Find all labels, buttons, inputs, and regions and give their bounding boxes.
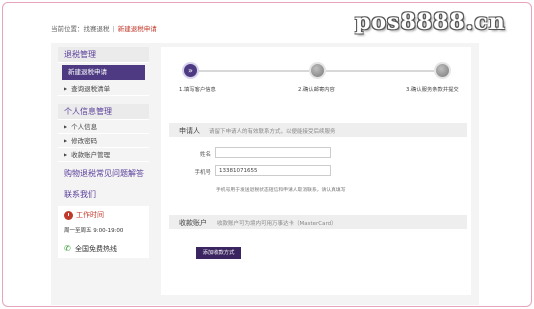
name-input[interactable] (215, 147, 331, 158)
watermark: pos8888.cn (355, 9, 506, 35)
work-time-label: 工作时间 (76, 211, 104, 219)
sidebar-item-label: 修改密码 (71, 137, 98, 145)
step-1-label: 1.填写客户信息 (179, 87, 216, 93)
phone-icon: ✆ (64, 244, 71, 253)
applicant-title: 申请人 (179, 127, 200, 135)
content-area: 退税管理 新建退税申请 ▶ 查询退税清单 个人信息管理 ▶ 个人信息 ▶ 修改密码 ▶… (51, 43, 479, 305)
breadcrumb-link-home[interactable]: 找赛退税 (84, 25, 110, 33)
sidebar-item-label: 查询退税清单 (71, 85, 111, 93)
contact-box: 工作时间 周一至周五 9:00-19:00 ✆ 全国免费热线 (58, 206, 149, 258)
main-panel: » 1.填写客户信息 2.确认邮寄内容 3.确认服务条款并提交 申请人 请留下申… (161, 47, 471, 295)
sidebar-head-personal: 个人信息管理 (58, 104, 149, 120)
sidebar: 退税管理 新建退税申请 ▶ 查询退税清单 个人信息管理 ▶ 个人信息 ▶ 修改密码 ▶… (58, 47, 149, 305)
breadcrumb-current: 新建退税申请 (117, 25, 157, 33)
step-3-dot (434, 62, 451, 79)
account-section-header: 收款账户 收款账户可为境内可用万事达卡（MasterCard） (169, 215, 467, 229)
triangle-right-icon: ▶ (64, 124, 68, 129)
phone-label: 手机号 (194, 170, 211, 176)
triangle-right-icon: ▶ (64, 86, 68, 91)
clock-icon (64, 210, 73, 220)
account-title: 收款账户 (179, 219, 207, 227)
hotline: ✆ 全国免费热线 (64, 244, 143, 254)
applicant-hint: 请留下申请人的有效联系方式，以便能接受后续服务 (209, 129, 336, 135)
triangle-right-icon: ▶ (64, 152, 68, 157)
sidebar-item-label: 收款账户管理 (71, 151, 111, 159)
step-2-label: 2.确认邮寄内容 (298, 87, 335, 93)
add-payment-method-button[interactable]: 添加收款方式 (196, 247, 241, 259)
progress-steps: » 1.填写客户信息 2.确认邮寄内容 3.确认服务条款并提交 (161, 47, 471, 107)
step-1-dot: » (182, 62, 199, 79)
sidebar-head-refund: 退税管理 (58, 47, 149, 63)
page-frame: 当前位置：找赛退税 | 新建退税申请 pos8888.cn 退税管理 新建退税申请 … (2, 2, 532, 307)
breadcrumb-prefix: 当前位置： (51, 25, 84, 33)
sidebar-faq-link[interactable]: 购物退税常见问题解答 (58, 168, 149, 179)
applicant-section-header: 申请人 请留下申请人的有效联系方式，以便能接受后续服务 (169, 123, 467, 137)
work-hours: 周一至周五 9:00-19:00 (64, 228, 124, 234)
sidebar-item-label: 个人信息 (71, 123, 98, 131)
phone-input[interactable] (215, 165, 331, 176)
sidebar-head-contact: 联系我们 (64, 190, 96, 199)
sidebar-item-personal-info[interactable]: ▶ 个人信息 (58, 120, 149, 134)
sidebar-item-payee-account[interactable]: ▶ 收款账户管理 (58, 148, 149, 162)
name-label: 姓名 (199, 152, 211, 158)
breadcrumb-separator: | (112, 25, 115, 33)
phone-note: 手机号用于发送退税状态短信和申请人取消联系，请认真填写 (216, 188, 346, 193)
hotline-label: 全国免费热线 (75, 245, 117, 253)
breadcrumb: 当前位置：找赛退税 | 新建退税申请 (51, 23, 157, 33)
sidebar-item-change-password[interactable]: ▶ 修改密码 (58, 134, 149, 148)
step-3-label: 3.确认服务条款并提交 (406, 87, 459, 93)
step-2-dot (309, 62, 326, 79)
sidebar-item-query-refund[interactable]: ▶ 查询退税清单 (58, 82, 149, 96)
triangle-right-icon: ▶ (64, 138, 68, 143)
sidebar-item-new-refund[interactable]: 新建退税申请 (62, 65, 145, 80)
account-hint: 收款账户可为境内可用万事达卡（MasterCard） (217, 221, 337, 227)
work-time: 工作时间 (64, 210, 143, 220)
